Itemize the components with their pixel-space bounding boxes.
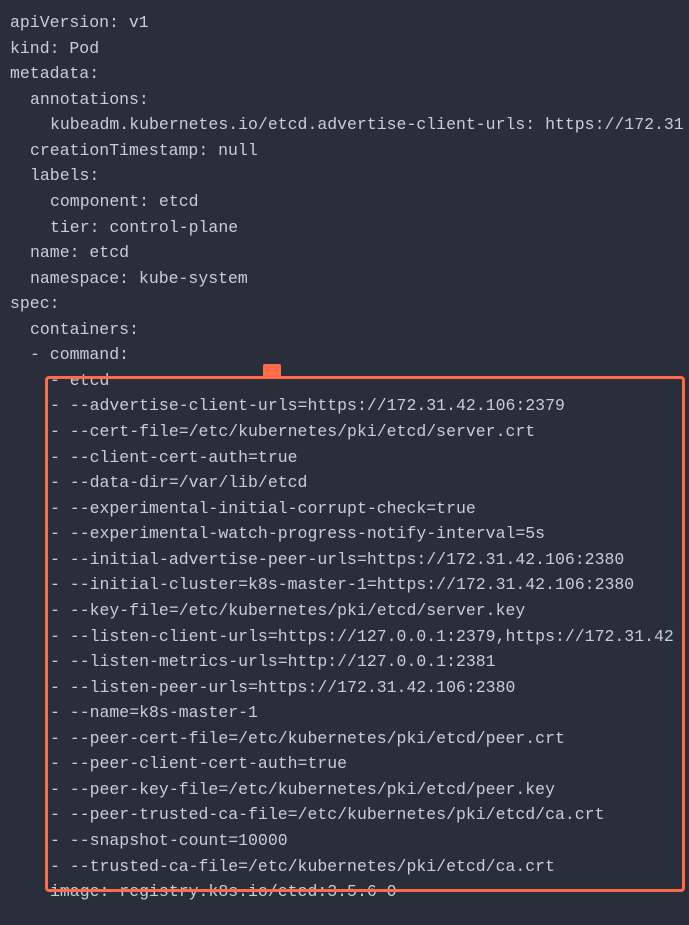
yaml-line-name: name: etcd: [10, 240, 679, 266]
yaml-line-spec: spec:: [10, 291, 679, 317]
yaml-line-cmd-listenclient: - --listen-client-urls=https://127.0.0.1…: [10, 624, 679, 650]
yaml-line-annotations: annotations:: [10, 87, 679, 113]
yaml-line-tier: tier: control-plane: [10, 215, 679, 241]
yaml-line-cmd-peercert: - --peer-cert-file=/etc/kubernetes/pki/e…: [10, 726, 679, 752]
yaml-line-cmd-etcd: - etcd: [10, 368, 679, 394]
yaml-line-cmd-advertise: - --advertise-client-urls=https://172.31…: [10, 393, 679, 419]
yaml-line-cmd-certfile: - --cert-file=/etc/kubernetes/pki/etcd/s…: [10, 419, 679, 445]
yaml-line-apiversion: apiVersion: v1: [10, 10, 679, 36]
yaml-line-cmd-name: - --name=k8s-master-1: [10, 700, 679, 726]
yaml-line-cmd-expwatch: - --experimental-watch-progress-notify-i…: [10, 521, 679, 547]
yaml-line-cmd-listenpeer: - --listen-peer-urls=https://172.31.42.1…: [10, 675, 679, 701]
yaml-code-block: apiVersion: v1 kind: Pod metadata: annot…: [10, 10, 679, 905]
yaml-line-cmd-clientauth: - --client-cert-auth=true: [10, 445, 679, 471]
yaml-line-metadata: metadata:: [10, 61, 679, 87]
yaml-line-cmd-expcorrupt: - --experimental-initial-corrupt-check=t…: [10, 496, 679, 522]
yaml-line-namespace: namespace: kube-system: [10, 266, 679, 292]
yaml-line-cmd-initadv: - --initial-advertise-peer-urls=https://…: [10, 547, 679, 573]
yaml-line-cmd-trustedca: - --trusted-ca-file=/etc/kubernetes/pki/…: [10, 854, 679, 880]
yaml-line-cmd-peerkey: - --peer-key-file=/etc/kubernetes/pki/et…: [10, 777, 679, 803]
yaml-line-command: - command:: [10, 342, 679, 368]
yaml-line-cmd-snapshot: - --snapshot-count=10000: [10, 828, 679, 854]
yaml-line-component: component: etcd: [10, 189, 679, 215]
yaml-line-cmd-datadir: - --data-dir=/var/lib/etcd: [10, 470, 679, 496]
yaml-line-creationtimestamp: creationTimestamp: null: [10, 138, 679, 164]
yaml-line-annotation-value: kubeadm.kubernetes.io/etcd.advertise-cli…: [10, 112, 679, 138]
yaml-line-labels: labels:: [10, 163, 679, 189]
yaml-line-cmd-peerauth: - --peer-client-cert-auth=true: [10, 751, 679, 777]
yaml-line-cmd-peerca: - --peer-trusted-ca-file=/etc/kubernetes…: [10, 802, 679, 828]
yaml-line-kind: kind: Pod: [10, 36, 679, 62]
yaml-line-cmd-initcluster: - --initial-cluster=k8s-master-1=https:/…: [10, 572, 679, 598]
yaml-line-cmd-listenmetrics: - --listen-metrics-urls=http://127.0.0.1…: [10, 649, 679, 675]
yaml-line-image: image: registry.k8s.io/etcd:3.5.6-0: [10, 879, 679, 905]
yaml-line-containers: containers:: [10, 317, 679, 343]
yaml-line-cmd-keyfile: - --key-file=/etc/kubernetes/pki/etcd/se…: [10, 598, 679, 624]
